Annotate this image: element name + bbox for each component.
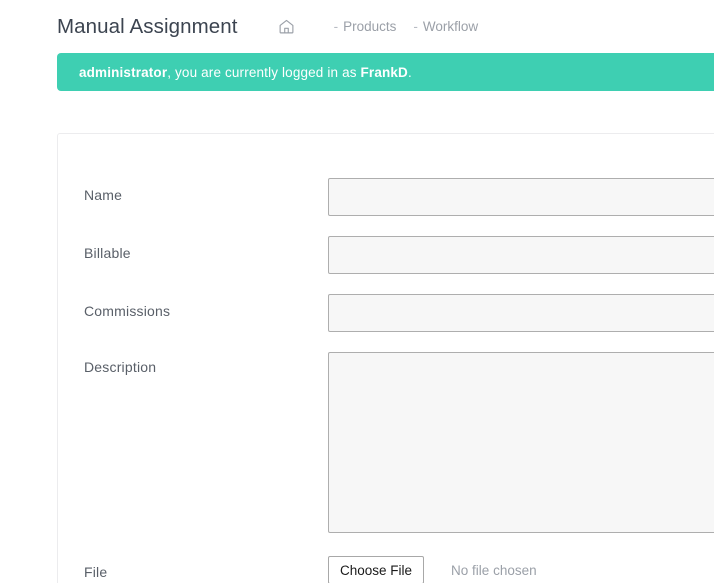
breadcrumb-separator: -	[333, 19, 339, 34]
label-description: Description	[84, 359, 157, 375]
file-input-control[interactable]: Choose File No file chosen	[328, 555, 714, 583]
field-wrap-description	[328, 352, 714, 533]
alert-end-text: .	[407, 64, 412, 80]
breadcrumb-link-products[interactable]: Products	[343, 19, 396, 34]
billable-input[interactable]	[328, 236, 714, 274]
label-file: File	[84, 564, 108, 580]
commissions-input[interactable]	[328, 294, 714, 332]
description-textarea[interactable]	[328, 352, 714, 533]
breadcrumb-link-workflow[interactable]: Workflow	[423, 19, 478, 34]
login-status-alert: administrator, you are currently logged …	[57, 53, 714, 91]
breadcrumb-item-workflow[interactable]: - Workflow	[408, 19, 478, 34]
field-wrap-file: Choose File No file chosen	[328, 555, 714, 583]
name-input[interactable]	[328, 178, 714, 216]
field-wrap-commissions	[328, 294, 714, 332]
label-name: Name	[84, 187, 123, 203]
home-icon[interactable]	[278, 18, 296, 36]
form-row-commissions: Commissions	[58, 294, 714, 332]
page-header: Manual Assignment - Products - Workflow	[0, 0, 714, 53]
label-commissions: Commissions	[84, 303, 171, 319]
file-status-text: No file chosen	[451, 562, 537, 578]
form-row-name: Name	[58, 178, 714, 216]
alert-middle-text: , you are currently logged in as	[167, 64, 361, 80]
form-card-body: Name Billable Commissions Description Fi…	[58, 134, 714, 583]
alert-username: FrankD	[360, 64, 408, 80]
page-title: Manual Assignment	[57, 14, 238, 38]
form-card: Name Billable Commissions Description Fi…	[57, 133, 714, 583]
breadcrumb-separator: -	[413, 19, 418, 34]
alert-role: administrator	[79, 64, 168, 80]
page-root: Manual Assignment - Products - Workflow …	[0, 0, 714, 583]
breadcrumb-item-products[interactable]: - Products	[329, 19, 397, 34]
choose-file-button[interactable]: Choose File	[328, 556, 425, 583]
alert-text: administrator, you are currently logged …	[79, 65, 412, 80]
field-wrap-billable	[328, 236, 714, 274]
form-row-billable: Billable	[58, 236, 714, 274]
field-wrap-name	[328, 178, 714, 216]
label-billable: Billable	[84, 245, 131, 261]
form-row-description: Description	[58, 352, 714, 533]
form-row-file: File Choose File No file chosen	[58, 555, 714, 583]
breadcrumb: - Products - Workflow	[278, 18, 478, 36]
